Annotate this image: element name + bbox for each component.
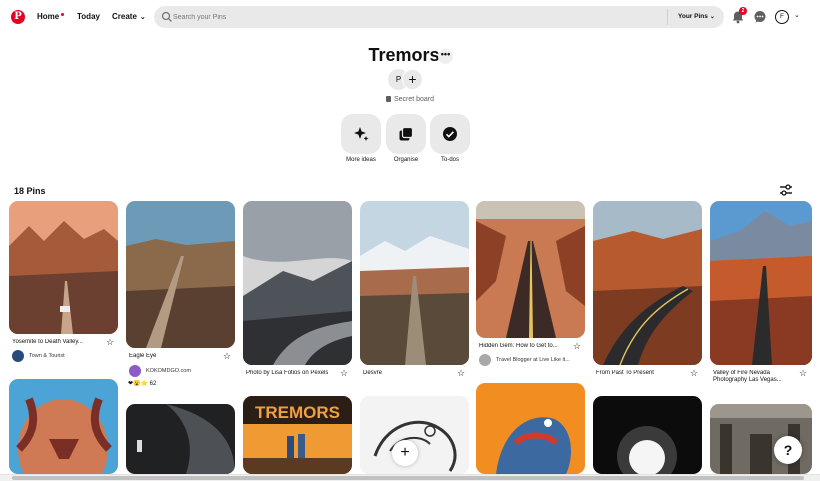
movie-logo: TREMORS (255, 403, 340, 422)
organise-button[interactable] (386, 114, 426, 154)
board-privacy: Secret board (0, 96, 820, 103)
pin-image-10[interactable]: TREMORS (243, 396, 352, 474)
nav-home[interactable]: Home (37, 12, 65, 21)
add-pin-button[interactable]: + (392, 440, 418, 466)
organise-icon (399, 126, 414, 141)
search-bar[interactable]: Your Pins⌄ (154, 6, 724, 28)
pin-image-2[interactable] (126, 201, 235, 348)
search-divider (667, 9, 668, 25)
pin-title-4[interactable]: Desvre (363, 370, 382, 376)
star-icon[interactable]: ☆ (799, 369, 807, 378)
pin-title-2[interactable]: Eagle Eye (129, 353, 156, 359)
pin-title-3[interactable]: Photo by Lisa Fotios on Pexels (246, 370, 328, 376)
pin-image-5[interactable] (476, 201, 585, 338)
scrollbar-thumb[interactable] (12, 476, 804, 480)
top-nav: P Home Today Create⌄ Your Pins⌄ 2 F ⌄ (0, 0, 820, 35)
pin-title-1[interactable]: Yosemite to Death Valley... (12, 339, 97, 345)
check-icon (443, 127, 457, 141)
pinterest-logo-icon[interactable]: P (11, 10, 25, 24)
pin-title-6[interactable]: From Past To Present (596, 370, 654, 376)
star-icon[interactable]: ☆ (340, 369, 348, 378)
search-icon (161, 11, 172, 22)
pins-count: 18 Pins (14, 186, 46, 196)
pin-title-5[interactable]: Hidden Gem: How to Get to... (479, 343, 567, 349)
nav-create[interactable]: Create ⌄ (112, 12, 146, 21)
nav-home-label: Home (37, 12, 60, 21)
chevron-down-icon: ⌄ (709, 14, 715, 20)
todos-button[interactable] (430, 114, 470, 154)
reaction-icons: ❤😮⭐ (128, 381, 148, 387)
chat-icon[interactable] (753, 10, 767, 24)
pin-source-avatar-1[interactable] (12, 350, 24, 362)
todos-label: To-dos (440, 157, 459, 163)
your-pins-dropdown[interactable]: Your Pins ⌄ (678, 13, 715, 20)
pin-image-9[interactable] (126, 404, 235, 474)
board-title-text: Tremors (368, 45, 440, 65)
search-input[interactable] (173, 9, 653, 25)
chevron-down-icon: ⌄ (139, 14, 146, 21)
pin-image-1[interactable] (9, 201, 118, 334)
pin-image-12[interactable] (476, 383, 585, 474)
pin-image-8[interactable] (9, 379, 118, 474)
help-button[interactable]: ? (774, 436, 802, 464)
horizontal-scrollbar[interactable] (0, 474, 820, 481)
nav-today[interactable]: Today (77, 12, 100, 21)
more-ideas-button[interactable] (341, 114, 381, 154)
board-privacy-label: Secret board (393, 96, 435, 103)
star-icon[interactable]: ☆ (573, 342, 581, 351)
pin-title-7[interactable]: Valley of Fire Nevada Photography Las Ve… (713, 370, 783, 384)
pin-source-avatar-5[interactable] (479, 354, 491, 366)
account-chevron-down-icon[interactable]: ⌄ (794, 11, 800, 19)
star-icon[interactable]: ☆ (690, 369, 698, 378)
sparkle-icon (354, 127, 369, 141)
pin-image-6[interactable] (593, 201, 702, 365)
pin-image-4[interactable] (360, 201, 469, 365)
add-collaborator-button[interactable]: + (402, 69, 423, 90)
pin-reactions-2: ❤😮⭐ 62 (128, 380, 156, 387)
board-more-options-button[interactable]: ••• (438, 49, 453, 64)
filter-icon[interactable] (779, 184, 793, 196)
home-notification-dot (61, 13, 65, 16)
star-icon[interactable]: ☆ (106, 338, 114, 347)
pin-image-11[interactable] (360, 396, 469, 474)
pin-image-13[interactable] (593, 396, 702, 474)
pin-source-avatar-2[interactable] (129, 365, 141, 377)
pin-source-1[interactable]: Town & Tourist (29, 353, 65, 359)
pin-source-2[interactable]: KOKOMDGO.com (146, 368, 191, 374)
star-icon[interactable]: ☆ (223, 352, 231, 361)
pin-image-7[interactable] (710, 201, 812, 365)
your-pins-label: Your Pins (678, 13, 708, 20)
lock-icon (385, 96, 391, 102)
pin-source-5[interactable]: Travel Blogger at Live Like it... (496, 357, 584, 363)
account-avatar[interactable]: F (775, 10, 789, 24)
notification-badge: 2 (739, 7, 747, 15)
nav-create-label: Create (112, 12, 137, 21)
board-title: Tremors (0, 45, 820, 66)
reaction-count: 62 (149, 381, 157, 387)
pin-image-3[interactable] (243, 201, 352, 365)
star-icon[interactable]: ☆ (457, 369, 465, 378)
